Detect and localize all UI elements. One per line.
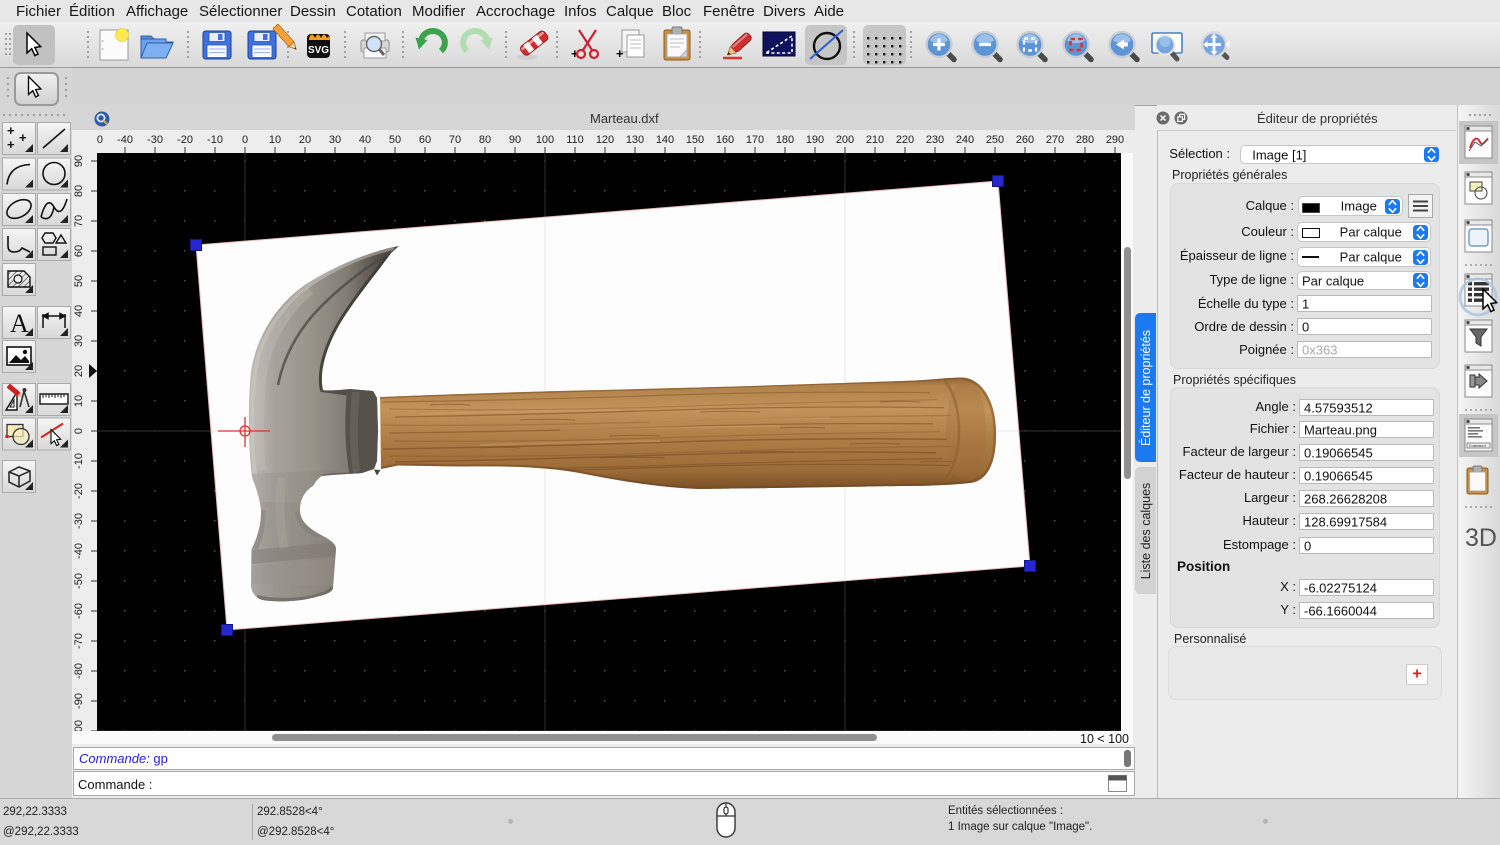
svg-text:-100: -100	[73, 720, 85, 731]
svg-text:230: 230	[926, 134, 944, 146]
svg-text:40: 40	[359, 134, 371, 146]
svg-text:80: 80	[479, 134, 491, 146]
svg-text:-30: -30	[147, 134, 163, 146]
svg-text:-50: -50	[97, 134, 103, 146]
svg-text:140: 140	[656, 134, 674, 146]
svg-text:-70: -70	[73, 633, 85, 649]
svg-text:240: 240	[956, 134, 974, 146]
svg-text:280: 280	[1076, 134, 1094, 146]
svg-text:120: 120	[596, 134, 614, 146]
svg-text:+: +	[7, 137, 15, 152]
svg-text:180: 180	[776, 134, 794, 146]
svg-text:70: 70	[449, 134, 461, 146]
svg-text:+: +	[19, 130, 27, 145]
svg-text:-30: -30	[73, 513, 85, 529]
svg-text:110: 110	[566, 134, 584, 146]
svg-text:160: 160	[716, 134, 734, 146]
svg-text:10: 10	[73, 395, 85, 407]
svg-text:-20: -20	[177, 134, 193, 146]
svg-text:-10: -10	[207, 134, 223, 146]
svg-text:-20: -20	[73, 483, 85, 499]
svg-text:Command: Command	[1469, 444, 1486, 449]
svg-text:20: 20	[299, 134, 311, 146]
svg-text:130: 130	[626, 134, 644, 146]
svg-text:100: 100	[536, 134, 554, 146]
svg-text:90: 90	[73, 155, 85, 167]
svg-text:+: +	[7, 123, 15, 138]
svg-text:250: 250	[986, 134, 1004, 146]
svg-text:70: 70	[73, 215, 85, 227]
svg-text:50: 50	[73, 275, 85, 287]
svg-text:80: 80	[73, 185, 85, 197]
svg-text:50: 50	[389, 134, 401, 146]
svg-text:30: 30	[73, 335, 85, 347]
svg-text:210: 210	[866, 134, 884, 146]
svg-text:-40: -40	[117, 134, 133, 146]
svg-text:-90: -90	[73, 693, 85, 709]
svg-text:0: 0	[242, 134, 248, 146]
svg-text:220: 220	[896, 134, 914, 146]
svg-text:270: 270	[1046, 134, 1064, 146]
svg-text:SVG: SVG	[308, 45, 329, 56]
svg-text:170: 170	[746, 134, 764, 146]
svg-text:200: 200	[836, 134, 854, 146]
svg-text:260: 260	[1016, 134, 1034, 146]
svg-text:150: 150	[686, 134, 704, 146]
svg-text:-40: -40	[73, 543, 85, 559]
svg-text:0: 0	[73, 428, 85, 434]
svg-text:60: 60	[419, 134, 431, 146]
svg-text:-50: -50	[73, 573, 85, 589]
svg-text:60: 60	[73, 245, 85, 257]
svg-text:-60: -60	[73, 603, 85, 619]
svg-text:A: A	[10, 309, 29, 338]
svg-text:290: 290	[1106, 134, 1124, 146]
svg-text:3D: 3D	[1465, 524, 1497, 552]
svg-text:-10: -10	[73, 453, 85, 469]
svg-text:30: 30	[329, 134, 341, 146]
svg-text:-80: -80	[73, 663, 85, 679]
svg-text:20: 20	[73, 365, 85, 377]
svg-text:90: 90	[509, 134, 521, 146]
svg-text:10: 10	[269, 134, 281, 146]
svg-text:190: 190	[806, 134, 824, 146]
svg-text:40: 40	[73, 305, 85, 317]
